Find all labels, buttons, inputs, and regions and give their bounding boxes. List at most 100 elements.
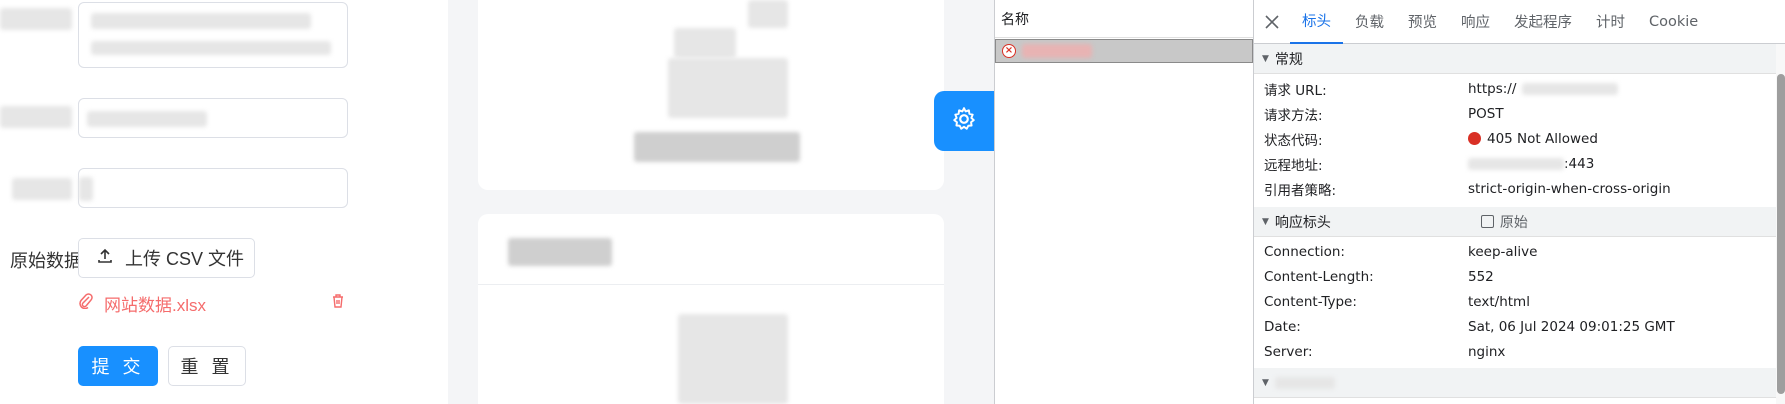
- text-field[interactable]: [78, 168, 348, 208]
- request-detail: 标头 负载 预览 响应 发起程序 计时 Cookie ▼ 常规 请求 URL: …: [1254, 0, 1785, 404]
- response-header-row: Server: nginx: [1254, 339, 1785, 364]
- blurred-label: [0, 8, 72, 30]
- header-key: Date:: [1264, 318, 1301, 335]
- settings-button[interactable]: [934, 91, 994, 151]
- detail-tabs: 标头 负载 预览 响应 发起程序 计时 Cookie: [1254, 0, 1785, 44]
- blurred-request-name: [1022, 44, 1092, 58]
- general-section-header[interactable]: ▼ 常规: [1254, 44, 1785, 74]
- raw-checkbox[interactable]: [1480, 215, 1494, 228]
- tab-headers[interactable]: 标头: [1290, 0, 1343, 44]
- header-value: nginx: [1468, 343, 1506, 360]
- blurred-title: [508, 238, 612, 266]
- collapse-triangle-icon: ▼: [1262, 53, 1269, 64]
- detail-scrollbar[interactable]: [1776, 44, 1785, 404]
- raw-checkbox-label: 原始: [1499, 214, 1528, 231]
- response-headers-section-header[interactable]: ▼ 响应标头 原始: [1254, 207, 1785, 237]
- header-value: 405 Not Allowed: [1468, 131, 1785, 147]
- header-key: Server:: [1264, 343, 1313, 360]
- header-value: :443: [1468, 156, 1785, 172]
- tab-timing[interactable]: 计时: [1584, 0, 1637, 44]
- header-key: Content-Length:: [1264, 268, 1374, 285]
- tab-response[interactable]: 响应: [1449, 0, 1502, 44]
- tab-initiator[interactable]: 发起程序: [1502, 0, 1584, 44]
- response-headers-title: 响应标头: [1274, 214, 1331, 231]
- response-header-row: Connection: keep-alive: [1254, 239, 1785, 264]
- name-column-header[interactable]: 名称: [995, 0, 1253, 38]
- scrollbar-thumb[interactable]: [1777, 74, 1785, 394]
- submit-button[interactable]: 提 交: [78, 346, 158, 386]
- screen: 原始数据 上传 CSV 文件 网站数据.xlsx 提 交 重 置 名称 × 标头…: [0, 0, 1785, 404]
- general-row: 状态代码: 405 Not Allowed: [1254, 126, 1785, 151]
- blurred-image: [678, 314, 788, 404]
- devtools-panel: 名称 × 标头 负载 预览 响应 发起程序 计时 Cookie ▼ 常规 请求 …: [994, 0, 1785, 404]
- remote-port: :443: [1564, 155, 1595, 172]
- collapse-triangle-icon: ▼: [1262, 216, 1269, 227]
- collapse-triangle-icon: ▼: [1262, 377, 1269, 388]
- error-icon: ×: [1002, 44, 1016, 58]
- tab-payload[interactable]: 负载: [1343, 0, 1396, 44]
- header-value: 552: [1468, 268, 1494, 285]
- request-row[interactable]: ×: [995, 39, 1253, 63]
- preview-card: [478, 0, 944, 190]
- reset-button[interactable]: 重 置: [168, 346, 246, 386]
- response-headers-section: Connection: keep-alive Content-Length: 5…: [1254, 237, 1785, 364]
- url-prefix: https://: [1468, 80, 1517, 97]
- blurred-section-title: [1274, 376, 1335, 389]
- header-key: 状态代码:: [1264, 132, 1323, 149]
- blurred-text: [91, 41, 331, 55]
- header-key: 请求 URL:: [1264, 82, 1327, 99]
- header-value: POST: [1468, 105, 1504, 122]
- blurred-image: [748, 0, 788, 28]
- blurred-text: [91, 13, 311, 29]
- request-headers-section-header[interactable]: ▼: [1254, 368, 1785, 398]
- raw-data-label: 原始数据: [10, 251, 82, 271]
- response-header-row: Content-Type: text/html: [1254, 289, 1785, 314]
- blurred-label: [12, 178, 72, 200]
- blurred-url: [1522, 82, 1619, 95]
- blurred-image: [674, 28, 736, 58]
- text-area-field[interactable]: [78, 2, 348, 68]
- general-section-title: 常规: [1274, 51, 1303, 68]
- header-value: Sat, 06 Jul 2024 09:01:25 GMT: [1468, 318, 1675, 335]
- status-code: 405 Not Allowed: [1487, 130, 1598, 147]
- gear-icon: [951, 106, 977, 137]
- blurred-text: [79, 177, 93, 201]
- blurred-text: [87, 111, 207, 127]
- header-key: Content-Type:: [1264, 293, 1357, 310]
- form-panel: 原始数据 上传 CSV 文件 网站数据.xlsx 提 交 重 置: [0, 0, 448, 404]
- header-value: strict-origin-when-cross-origin: [1468, 180, 1671, 197]
- header-key: Connection:: [1264, 243, 1345, 260]
- general-section: 请求 URL: https:// 请求方法: POST 状态代码: 405 No…: [1254, 74, 1785, 201]
- upload-csv-button[interactable]: 上传 CSV 文件: [78, 238, 255, 278]
- blurred-image: [668, 58, 788, 118]
- general-row: 远程地址: :443: [1254, 151, 1785, 176]
- delete-file-icon[interactable]: [330, 293, 346, 314]
- blurred-caption: [634, 132, 800, 162]
- preview-card: [478, 214, 944, 404]
- preview-area: [448, 0, 994, 404]
- header-key: 引用者策略:: [1264, 182, 1337, 199]
- file-name[interactable]: 网站数据.xlsx: [104, 291, 206, 316]
- uploaded-file-item[interactable]: 网站数据.xlsx: [78, 290, 346, 316]
- tab-cookies[interactable]: Cookie: [1637, 0, 1710, 44]
- general-row: 引用者策略: strict-origin-when-cross-origin: [1254, 176, 1785, 201]
- close-icon[interactable]: [1254, 0, 1290, 44]
- general-row: 请求方法: POST: [1254, 101, 1785, 126]
- status-error-icon: [1468, 132, 1481, 145]
- blurred-label: [0, 106, 72, 128]
- header-value: https://: [1468, 81, 1785, 97]
- header-value: keep-alive: [1468, 243, 1538, 260]
- blurred-ip: [1468, 157, 1564, 170]
- header-key: 远程地址:: [1264, 157, 1323, 174]
- upload-icon: [97, 248, 113, 269]
- paperclip-icon: [78, 292, 94, 314]
- request-list: 名称 ×: [995, 0, 1254, 404]
- header-key: 请求方法:: [1264, 107, 1323, 124]
- general-row: 请求 URL: https://: [1254, 76, 1785, 101]
- card-divider: [478, 284, 944, 285]
- upload-button-label: 上传 CSV 文件: [125, 249, 245, 269]
- text-field[interactable]: [78, 98, 348, 138]
- response-header-row: Date: Sat, 06 Jul 2024 09:01:25 GMT: [1254, 314, 1785, 339]
- tab-preview[interactable]: 预览: [1396, 0, 1449, 44]
- header-value: text/html: [1468, 293, 1530, 310]
